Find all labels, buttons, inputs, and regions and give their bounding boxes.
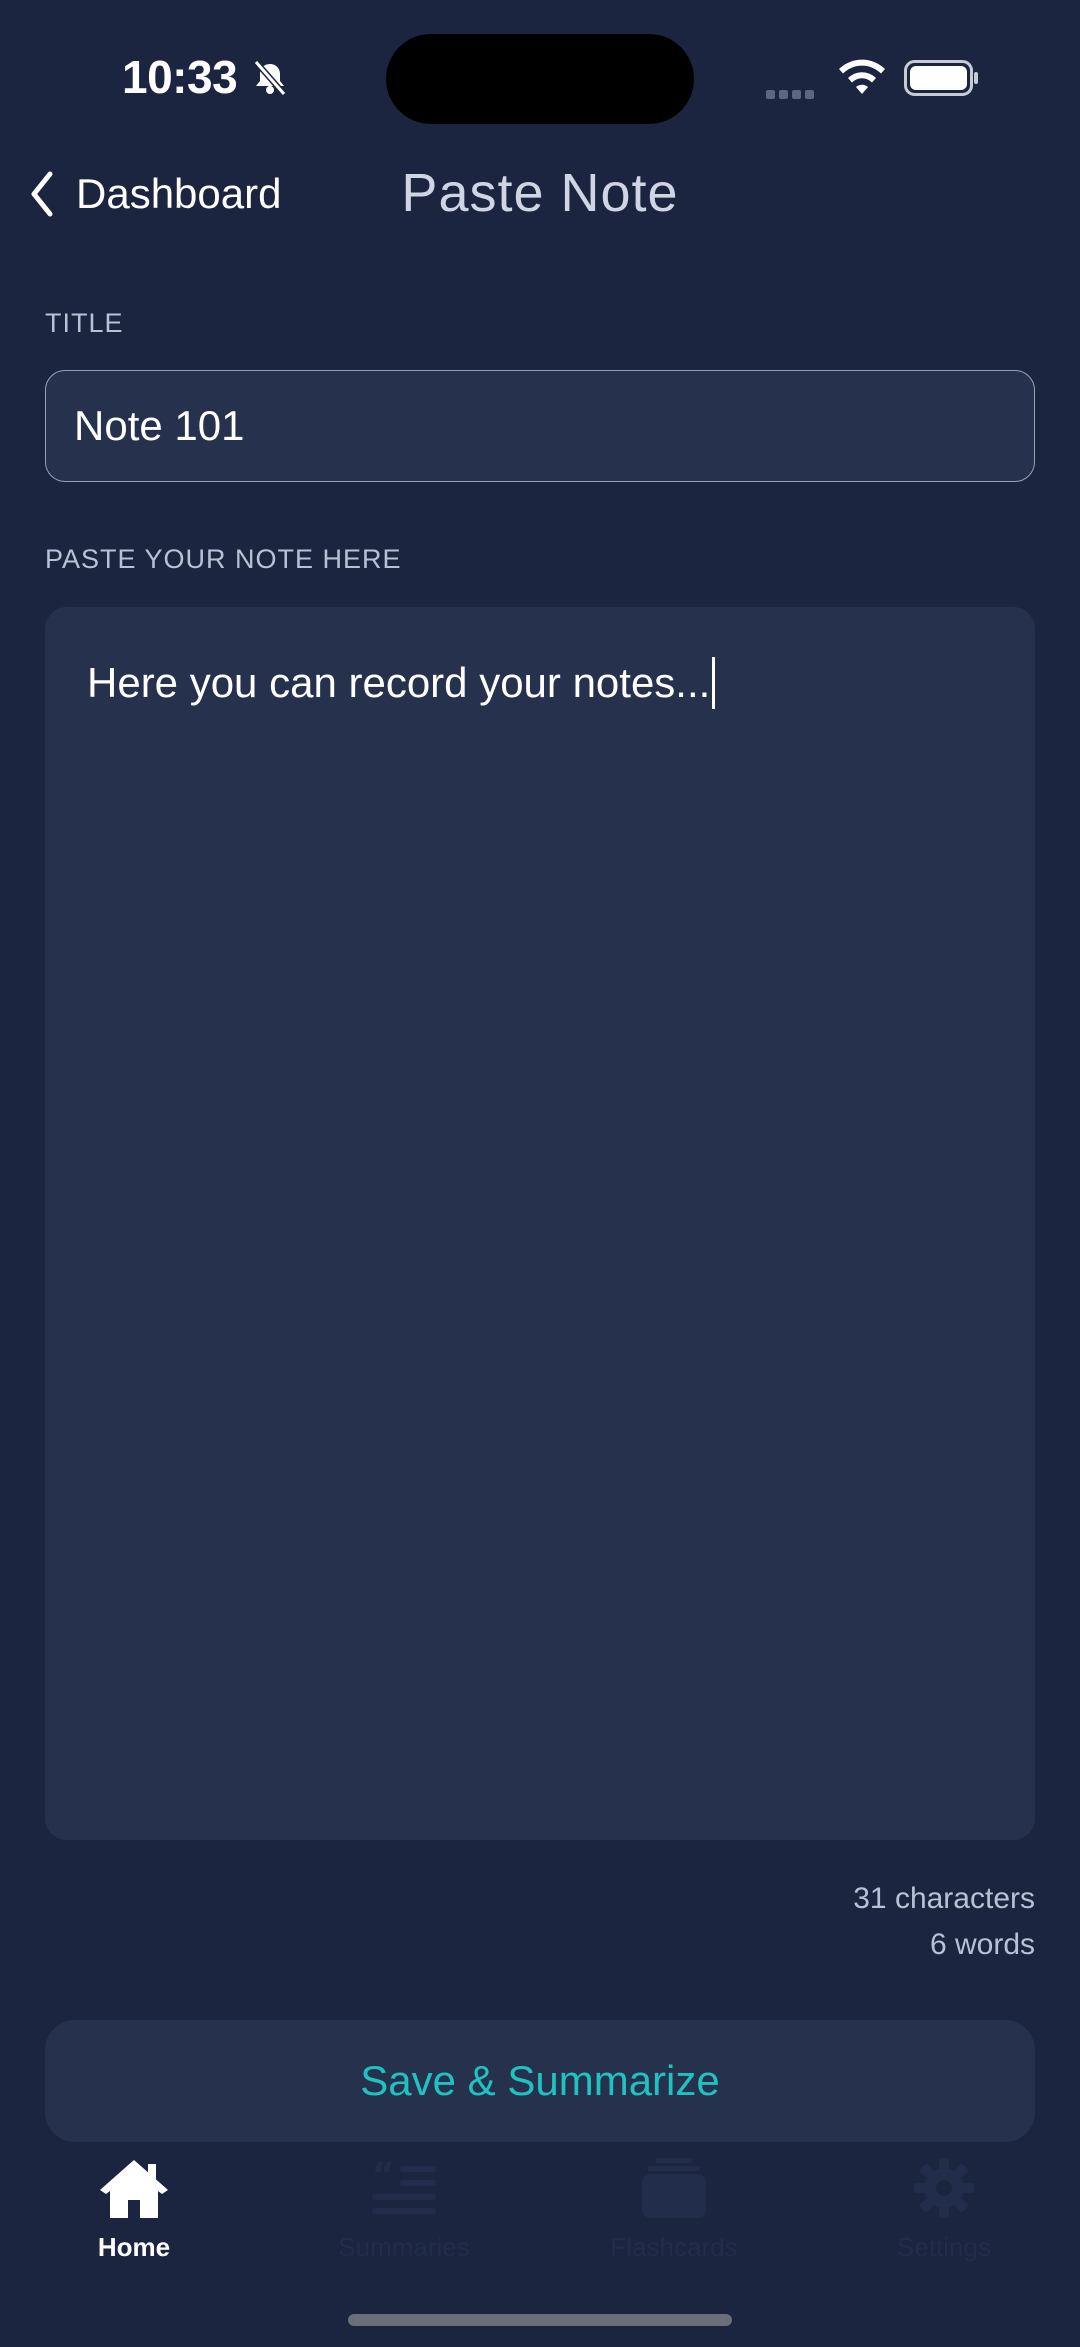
tab-summaries[interactable]: “ Summaries bbox=[284, 2156, 524, 2263]
svg-text:“: “ bbox=[372, 2156, 394, 2195]
status-time: 10:33 bbox=[122, 51, 238, 103]
word-count: 6 words bbox=[929, 1928, 1035, 1961]
note-textarea[interactable]: Here you can record your notes... bbox=[45, 607, 1035, 1840]
gear-icon bbox=[914, 2158, 974, 2218]
wifi-icon bbox=[839, 59, 885, 94]
battery-icon bbox=[904, 60, 978, 96]
tab-home-label: Home bbox=[97, 2232, 171, 2262]
home-icon bbox=[100, 2160, 168, 2218]
flashcards-icon bbox=[642, 2158, 706, 2218]
save-summarize-button[interactable]: Save & Summarize bbox=[45, 2020, 1035, 2142]
cellular-signal-icon bbox=[766, 86, 818, 104]
title-input-value: Note 101 bbox=[74, 402, 245, 449]
bell-muted-icon bbox=[253, 60, 287, 96]
text-cursor bbox=[712, 657, 716, 709]
home-indicator[interactable] bbox=[348, 2314, 732, 2326]
note-field-label: PASTE YOUR NOTE HERE bbox=[45, 544, 402, 574]
note-stats: 31 characters 6 words bbox=[853, 1876, 1035, 1968]
page-title: Paste Note bbox=[401, 163, 679, 223]
tab-summaries-label: Summaries bbox=[338, 2232, 470, 2262]
tab-settings[interactable]: Settings bbox=[824, 2156, 1064, 2263]
tab-flashcards[interactable]: Flashcards bbox=[554, 2156, 794, 2263]
dynamic-island bbox=[386, 34, 694, 124]
note-textarea-value: Here you can record your notes... bbox=[87, 659, 711, 706]
tab-flashcards-label: Flashcards bbox=[610, 2232, 738, 2262]
summaries-icon: “ bbox=[372, 2156, 436, 2214]
tab-settings-label: Settings bbox=[897, 2232, 991, 2262]
character-count: 31 characters bbox=[853, 1882, 1035, 1915]
title-input[interactable]: Note 101 bbox=[45, 370, 1035, 482]
title-field-label: TITLE bbox=[45, 308, 124, 338]
tab-home[interactable]: Home bbox=[14, 2156, 254, 2263]
